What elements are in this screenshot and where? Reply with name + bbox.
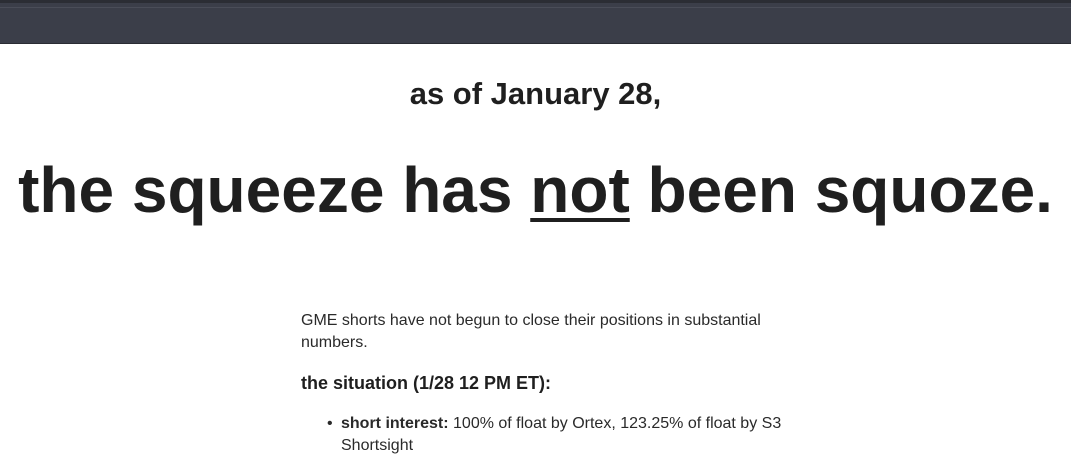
list-item-label: short interest: [341, 415, 449, 432]
page-headline: the squeeze has not been squoze. [0, 150, 1071, 230]
browser-top-bar [0, 0, 1071, 44]
top-bar-divider [0, 7, 1071, 8]
situation-heading: the situation (1/28 12 PM ET): [301, 373, 552, 393]
page-subtitle: as of January 28, [409, 76, 662, 111]
headline-text-after: been squoze. [629, 154, 1053, 226]
intro-paragraph: GME shorts have not begun to close their… [301, 312, 761, 351]
bullet-icon: • [327, 415, 333, 432]
main-content: GME shorts have not begun to close their… [301, 310, 791, 457]
list-item: • short interest: 100% of float by Ortex… [327, 413, 791, 457]
situation-list: • short interest: 100% of float by Ortex… [301, 413, 791, 457]
headline-text-before: the squeeze has [18, 154, 531, 226]
headline-emphasis: not [530, 154, 630, 226]
